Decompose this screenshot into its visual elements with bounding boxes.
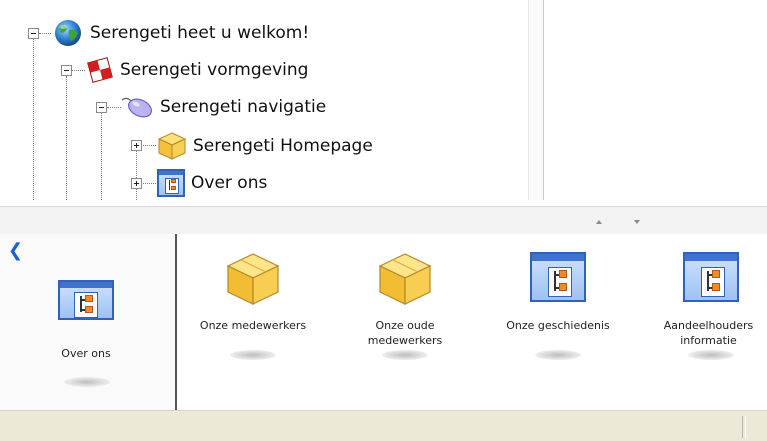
current-item-pane: ❮ Over ons [0,234,177,410]
tree-expand-toggle[interactable] [131,140,142,151]
tree-connector [141,145,156,146]
tile-shadow [535,350,581,360]
tree-connector [107,107,121,108]
current-item-tile[interactable] [58,280,114,320]
tree-connector [136,150,137,200]
tree-connector [39,33,51,34]
status-separator [742,416,746,438]
tile-aandeelhouders-informatie[interactable] [683,252,739,302]
tile-onze-medewerkers[interactable] [225,251,281,307]
tree-node-over-ons[interactable]: Over ons [157,169,267,197]
tree-connector [72,70,85,71]
tile-shadow [382,350,428,360]
current-item-label: Over ons [61,347,111,360]
tile-label: Aandeelhouders informatie [650,318,767,348]
org-chart-icon [530,252,586,302]
panel-toolstrip [0,206,767,235]
tree-node-navigatie[interactable]: Serengeti navigatie [120,94,326,120]
tile-onze-oude-medewerkers[interactable] [377,251,433,307]
tree-collapse-toggle[interactable] [96,102,107,113]
tree-node-vormgeving[interactable]: Serengeti vormgeving [86,57,308,83]
package-box-icon [226,253,280,305]
package-box-icon [157,131,187,161]
tile-label-line: Onze oude [375,319,435,332]
checkered-flag-icon [86,57,114,83]
tree-connector [101,113,102,200]
tile-shadow [230,350,276,360]
package-box-icon [378,253,432,305]
navigation-panel: ❮ Over ons Onze medewerkers Onze oude me… [0,234,767,410]
splitter-grip[interactable] [584,220,654,227]
tile-label-line: informatie [680,334,737,347]
tile-label: Onze medewerkers [199,319,307,332]
tile-onze-geschiedenis[interactable] [530,252,586,302]
tree-connector [33,39,34,200]
mouse-icon [120,94,154,120]
tree-node-label: Over ons [191,173,268,193]
tree-connector [141,183,156,184]
tree-connector [66,76,67,200]
tile-shadow [688,350,734,360]
tree-scrollbar-strip[interactable] [528,0,543,200]
org-chart-icon [683,252,739,302]
back-arrow-icon[interactable]: ❮ [8,242,23,260]
tree-node-label: Serengeti vormgeving [120,60,309,80]
tree-node-homepage[interactable]: Serengeti Homepage [157,131,373,161]
org-chart-icon [58,280,114,320]
org-chart-icon [157,169,185,197]
globe-icon [52,18,84,48]
tile-label: Onze geschiedenis [506,319,610,332]
tile-label-line: Aandeelhouders [663,319,754,332]
tree-view: Serengeti heet u welkom! Serengeti vormg… [0,0,544,200]
tile-label-line: medewerkers [367,334,443,347]
tree-node-welcome[interactable]: Serengeti heet u welkom! [52,18,309,48]
tree-node-label: Serengeti heet u welkom! [90,23,310,43]
status-bar [0,410,767,441]
tree-collapse-toggle[interactable] [61,65,72,76]
tree-collapse-toggle[interactable] [28,28,39,39]
tree-node-label: Serengeti Homepage [193,136,373,156]
tile-shadow [64,377,110,387]
tree-expand-toggle[interactable] [131,178,142,189]
tile-label: Onze oude medewerkers [345,318,465,348]
tree-node-label: Serengeti navigatie [160,97,327,117]
